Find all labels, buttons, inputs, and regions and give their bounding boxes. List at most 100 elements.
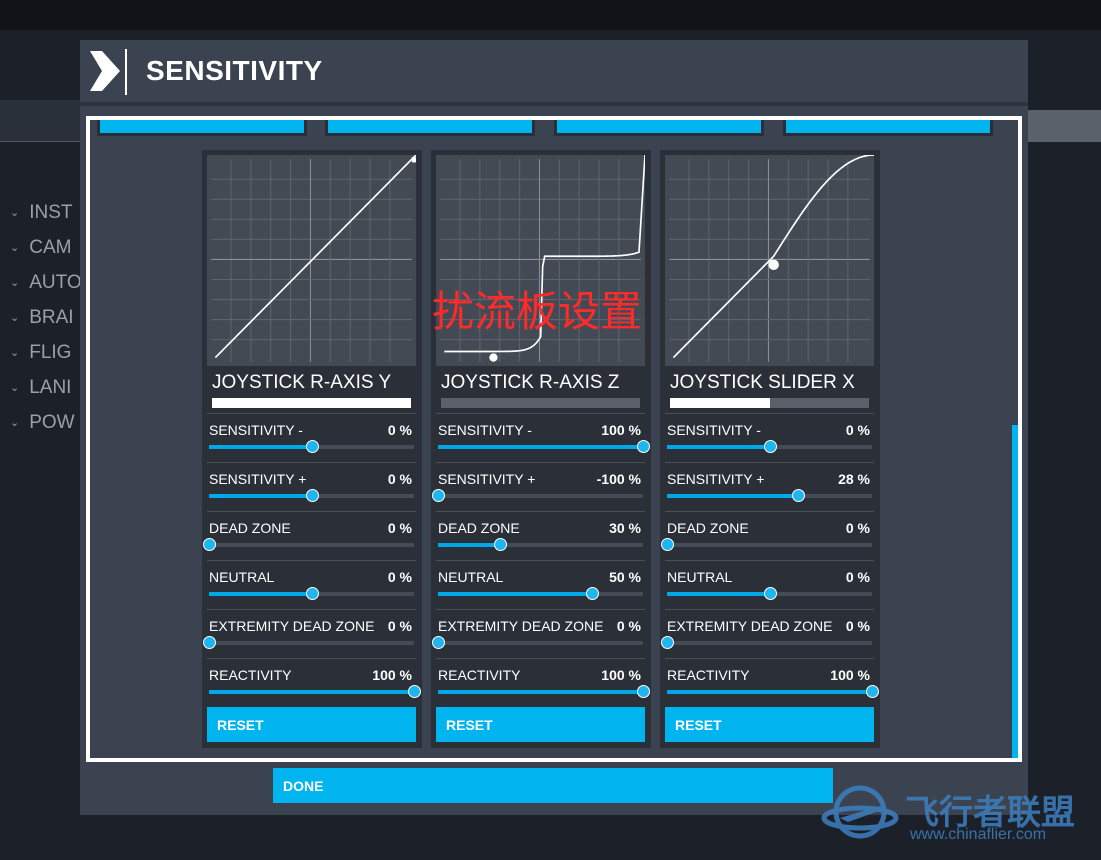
tab-1[interactable] [97, 120, 307, 136]
slider-fill [209, 494, 312, 498]
slider[interactable] [667, 685, 879, 698]
slider-row: EXTREMITY DEAD ZONE 0 % [432, 609, 645, 658]
curve-point[interactable] [768, 259, 779, 270]
slider-fill [438, 445, 643, 449]
slider-thumb[interactable] [866, 685, 879, 698]
reset-button[interactable]: RESET [665, 707, 874, 742]
slider-thumb[interactable] [432, 489, 445, 502]
slider-label: SENSITIVITY - [209, 422, 303, 438]
slider-fill [667, 494, 799, 498]
slider[interactable] [661, 636, 872, 649]
slider-value: 0 % [616, 618, 641, 634]
slider-label: NEUTRAL [438, 569, 504, 585]
sidebar-item-label: CAM [29, 236, 72, 258]
slider[interactable] [432, 489, 643, 502]
slider-thumb[interactable] [637, 685, 650, 698]
slider[interactable] [667, 587, 872, 600]
slider-row: DEAD ZONE 30 % [436, 511, 645, 560]
slider-value: 0 % [845, 422, 870, 438]
content-panel: JOYSTICK R-AXIS Y SENSITIVITY - 0 % SENS… [86, 116, 1022, 762]
axis-card: JOYSTICK SLIDER X SENSITIVITY - 0 % SENS… [660, 150, 880, 748]
slider-thumb[interactable] [493, 538, 507, 551]
slider-thumb[interactable] [792, 489, 806, 502]
slider-label: SENSITIVITY + [209, 471, 307, 487]
slider-thumb[interactable] [408, 685, 421, 698]
slider-fill [667, 592, 770, 596]
dialog-title: SENSITIVITY [146, 55, 323, 86]
slider-thumb[interactable] [637, 440, 650, 453]
slider-row: NEUTRAL 50 % [436, 560, 645, 609]
slider-value: 0 % [845, 569, 870, 585]
sidebar-item[interactable]: ⌄ INST [10, 195, 82, 230]
reset-button[interactable]: RESET [207, 707, 416, 742]
axis-title: JOYSTICK SLIDER X [670, 372, 855, 393]
background-bar-right [1028, 110, 1101, 142]
slider[interactable] [432, 636, 643, 649]
slider-value: 0 % [845, 520, 870, 536]
sidebar-item-label: FLIG [29, 341, 72, 363]
sidebar-item[interactable]: ⌄ FLIG [10, 335, 82, 370]
slider[interactable] [203, 538, 414, 551]
slider[interactable] [209, 440, 414, 453]
slider-fill [667, 445, 770, 449]
slider-fill [209, 592, 312, 596]
slider-value: 30 % [609, 520, 641, 536]
slider-label: SENSITIVITY - [438, 422, 532, 438]
slider-label: SENSITIVITY + [667, 471, 765, 487]
slider-thumb[interactable] [305, 587, 319, 600]
sidebar-item[interactable]: ⌄ AUTO [10, 265, 82, 300]
slider-thumb[interactable] [432, 636, 445, 649]
tab-3[interactable] [554, 120, 764, 136]
slider-thumb[interactable] [585, 587, 599, 600]
response-curve-graph [665, 154, 875, 366]
slider[interactable] [438, 440, 650, 453]
slider[interactable] [438, 538, 643, 551]
slider-thumb[interactable] [305, 440, 319, 453]
slider[interactable] [209, 489, 414, 502]
slider-thumb[interactable] [305, 489, 319, 502]
slider[interactable] [438, 587, 643, 600]
reset-button[interactable]: RESET [436, 707, 645, 742]
sidebar-item[interactable]: ⌄ LANI [10, 370, 82, 405]
slider-fill [438, 543, 500, 547]
slider-fill [438, 592, 592, 596]
slider[interactable] [667, 489, 872, 502]
slider[interactable] [203, 636, 414, 649]
slider[interactable] [667, 440, 872, 453]
sensitivity-dialog: SENSITIVITY JOYSTICK R-AXIS Y SENSITIVIT… [80, 40, 1028, 815]
slider-value: 0 % [387, 569, 412, 585]
slider-thumb[interactable] [203, 538, 216, 551]
slider-row: SENSITIVITY - 0 % [207, 413, 416, 462]
slider-value: 0 % [845, 618, 870, 634]
scrollbar[interactable] [1012, 425, 1018, 758]
sidebar-item[interactable]: ⌄ BRAI [10, 300, 82, 335]
slider-row: SENSITIVITY + 0 % [207, 462, 416, 511]
slider-row: EXTREMITY DEAD ZONE 0 % [661, 609, 874, 658]
slider-row: DEAD ZONE 0 % [203, 511, 416, 560]
slider[interactable] [209, 587, 414, 600]
slider-row: REACTIVITY 100 % [436, 658, 650, 707]
slider-thumb[interactable] [203, 636, 216, 649]
background-top [0, 0, 1101, 30]
slider[interactable] [209, 685, 421, 698]
slider-row: DEAD ZONE 0 % [661, 511, 874, 560]
done-button[interactable]: DONE [273, 768, 833, 803]
axis-title: JOYSTICK R-AXIS Z [441, 372, 620, 393]
slider-value: 0 % [387, 520, 412, 536]
sidebar-item[interactable]: ⌄ CAM [10, 230, 82, 265]
slider[interactable] [438, 685, 650, 698]
sidebar-item[interactable]: ⌄ POW [10, 405, 82, 440]
slider-value: 0 % [387, 422, 412, 438]
tab-2[interactable] [325, 120, 535, 136]
watermark-logo-icon [821, 785, 899, 839]
slider-thumb[interactable] [661, 636, 674, 649]
slider-thumb[interactable] [763, 440, 777, 453]
slider-thumb[interactable] [763, 587, 777, 600]
tab-4[interactable] [783, 120, 993, 136]
curve-point[interactable] [489, 353, 498, 362]
slider[interactable] [661, 538, 872, 551]
slider-value: 100 % [830, 667, 870, 683]
curve-endpoint[interactable] [411, 157, 418, 163]
response-curve-graph [207, 154, 418, 366]
slider-thumb[interactable] [661, 538, 674, 551]
